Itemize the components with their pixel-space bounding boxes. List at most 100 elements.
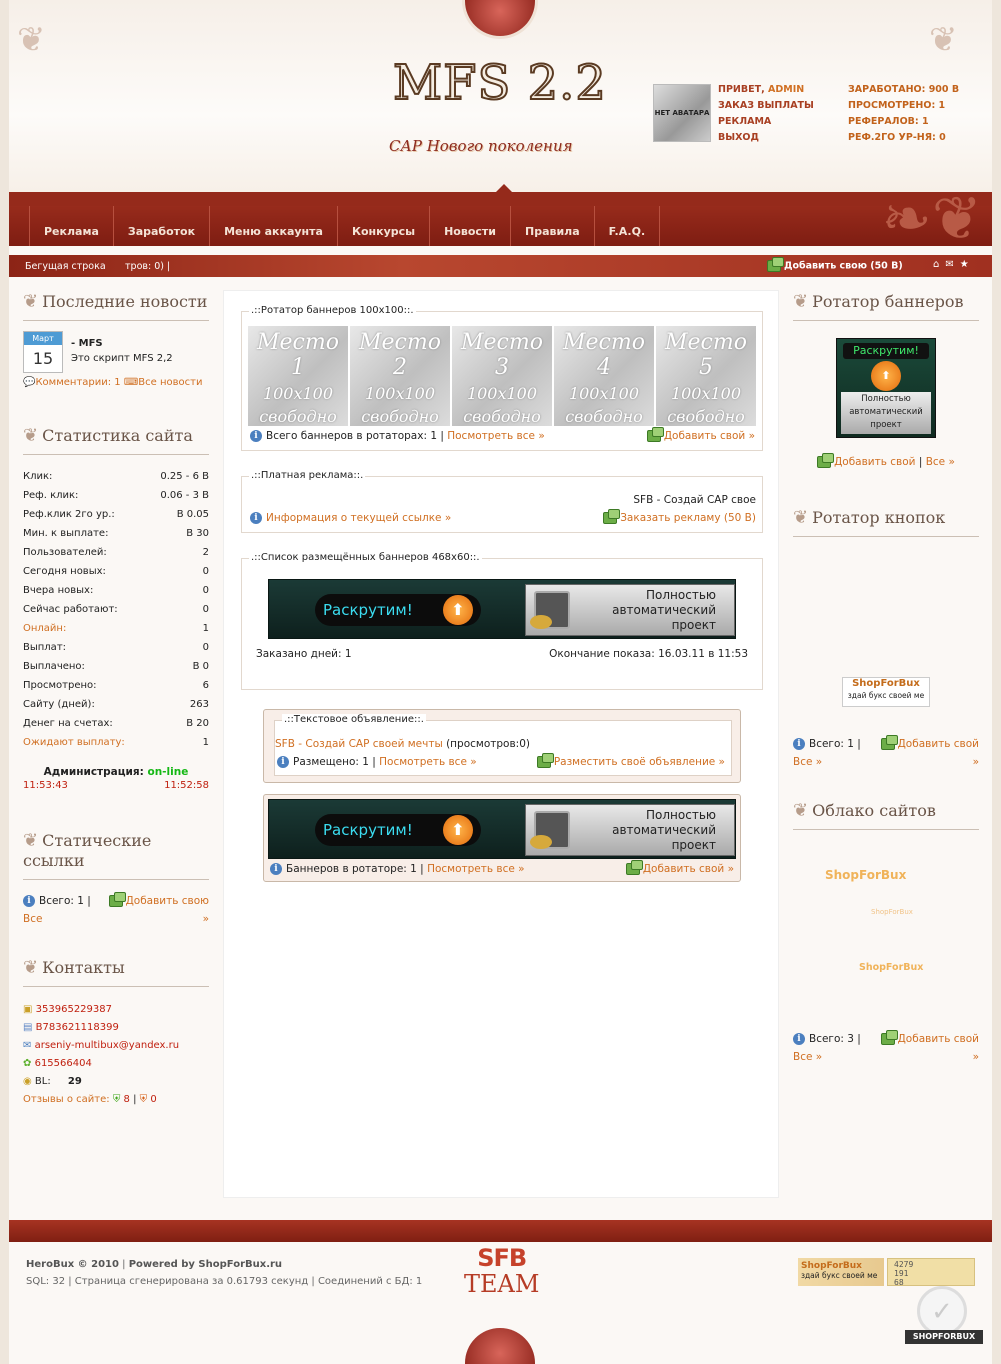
nav-item-zarabotok[interactable]: Заработок <box>112 206 209 246</box>
info-icon: i <box>250 512 262 524</box>
user-stats: ЗАРАБОТАНО: 900 В ПРОСМОТРЕНО: 1 РЕФЕРАЛ… <box>848 82 959 146</box>
banner-place-5[interactable]: Место 5 100x100 свободно <box>656 326 756 426</box>
site-cloud-heading: ❦ Облако сайтов <box>793 801 979 830</box>
rotator-100-box: .::Ротатор баннеров 100х100::. Место 1 10… <box>241 305 763 451</box>
stats-table: Клик: 0.25 - 6 В Реф. клик: 0.06 - 3 В Реф… <box>23 467 209 752</box>
admin-status: Администрация: on-line <box>43 766 189 778</box>
static-links-heading: ❦ Статические ссылки <box>23 831 209 880</box>
avatar[interactable]: НЕТ АВАТАРА <box>653 84 711 142</box>
order-ad-button[interactable]: Заказать рекламу (50 В) <box>603 509 756 524</box>
shopforbux-seal[interactable]: ✓ SHOPFORBUX <box>905 1286 983 1346</box>
ticker-add-button[interactable]: Добавить свою (50 В) <box>767 257 903 272</box>
button-88x31[interactable]: ShopForBux здай букс своей ме <box>793 677 979 707</box>
banner-rotator-footer: Добавить свой | Все » <box>793 453 979 468</box>
username-link[interactable]: ADMIN <box>768 84 804 95</box>
cloud-link-2[interactable]: ShopForBux <box>871 908 913 916</box>
earned-stat: ЗАРАБОТАНО: 900 В <box>848 84 960 95</box>
nav-item-account-menu[interactable]: Меню аккаунта <box>209 206 337 246</box>
raskrutim-label: Раскрутим! ⬆ <box>315 594 481 626</box>
nav-item-rules[interactable]: Правила <box>509 206 594 246</box>
all-news-link[interactable]: Все новости <box>138 377 202 388</box>
ticker-bar: Бегущая строка тров: 0) | Добавить свою … <box>9 255 992 277</box>
viewed-stat: ПРОСМОТРЕНО: 1 <box>848 100 946 111</box>
rotator-footer: i Всего баннеров в ротаторах: 1 | Посмотр… <box>250 430 545 442</box>
nav-item-reklama[interactable]: Реклама <box>29 206 113 246</box>
logout-link[interactable]: ВЫХОД <box>718 130 814 146</box>
advertising-link[interactable]: РЕКЛАМА <box>718 114 814 130</box>
safe-coins-icon <box>530 811 570 849</box>
text-ad-box: .::Текстовое объявление::. SFB - Создай … <box>263 709 741 783</box>
bad-count: 0 <box>150 1094 157 1105</box>
show-end: Окончание показа: 16.03.11 в 11:53 <box>549 648 748 660</box>
add-site-button[interactable]: Добавить свой <box>880 1030 979 1048</box>
wm-purse[interactable]: B783621118399 <box>36 1022 119 1033</box>
banner-100-text: Полностью автоматический проект <box>841 392 931 434</box>
view-all-text-ads-link[interactable]: Посмотреть все » <box>379 756 477 768</box>
left-column: ❦ Последние новости Март 15 - MFS Это скр… <box>23 292 209 1109</box>
mail-icon[interactable]: ✉ <box>945 259 959 270</box>
money-icon <box>646 427 664 442</box>
add-468-button[interactable]: Добавить свой » <box>625 860 734 875</box>
banner-468x60-rotator[interactable]: Раскрутим! ⬆ Полностью автоматический проек… <box>268 799 736 859</box>
ornament-left-icon: ❦ <box>17 20 46 60</box>
all-banners-link[interactable]: Все » <box>926 456 955 468</box>
powered-by-link[interactable]: ShopForBux.ru <box>198 1259 282 1270</box>
money-icon <box>108 892 126 907</box>
all-sites-link[interactable]: Все » <box>793 1048 822 1066</box>
reviews-link[interactable]: Отзывы о сайте: <box>23 1094 110 1105</box>
ticker-label: Бегущая строка <box>25 261 106 272</box>
stat-row-pending[interactable]: Ожидают выплату: 1 <box>23 733 209 752</box>
ornament-right-icon: ❦ <box>929 20 958 60</box>
banner-place-3[interactable]: Место 3 100x100 свободно <box>452 326 552 426</box>
banner-100x100[interactable]: Раскрутим! ⬆ Полностью автоматический прое… <box>836 338 936 438</box>
add-link-button[interactable]: Добавить свою <box>108 892 209 910</box>
shopforbux-banner[interactable]: ShopForBux здай букс своей ме <box>798 1258 884 1286</box>
banner-place-4[interactable]: Место 4 100x100 свободно <box>554 326 654 426</box>
add-banner-button[interactable]: Добавить свой » <box>646 427 755 442</box>
link-info-button[interactable]: i Информация о текущей ссылке » <box>250 512 451 524</box>
banner-place-1[interactable]: Место 1 100x100 свободно <box>248 326 348 426</box>
place-text-ad-button[interactable]: Разместить своё объявление » <box>536 753 725 768</box>
add-banner-right-button[interactable]: Добавить свой <box>817 453 915 468</box>
sfb-team-logo[interactable]: SFB TEAM <box>464 1244 539 1296</box>
visit-counter[interactable]: 4279 191 68 <box>887 1258 975 1287</box>
info-icon: i <box>793 738 805 750</box>
flower-icon: ✿ <box>23 1058 32 1069</box>
email-link[interactable]: arseniy-multibux@yandex.ru <box>35 1040 179 1051</box>
all-links-link[interactable]: Все <box>23 910 42 928</box>
cloud-link-3[interactable]: ShopForBux <box>859 962 923 973</box>
view-all-link[interactable]: Посмотреть все » <box>447 430 545 442</box>
nav-item-news[interactable]: Новости <box>429 206 510 246</box>
stat-row-online[interactable]: Онлайн: 1 <box>23 619 209 638</box>
star-icon[interactable]: ★ <box>960 259 975 270</box>
order-payout-link[interactable]: ЗАКАЗ ВЫПЛАТЫ <box>718 98 814 114</box>
footer-stats: SQL: 32 | Страница сгенерирована за 0.61… <box>26 1276 423 1287</box>
heading-ornament-icon: ❦ <box>793 800 809 821</box>
stat-row: Вчера новых: 0 <box>23 585 209 596</box>
home-icon[interactable]: ⌂ <box>933 259 945 270</box>
icq-number[interactable]: 353965229387 <box>36 1004 112 1015</box>
all-buttons-link[interactable]: Все » <box>793 753 822 771</box>
paid-ad-link[interactable]: SFB - Создай САР свое <box>633 494 756 506</box>
news-item-title[interactable]: - MFS <box>71 336 173 351</box>
text-ad-link[interactable]: SFB - Создай САР своей мечты <box>275 738 443 750</box>
add-button-button[interactable]: Добавить свой <box>880 735 979 753</box>
rotator-100-title: .::Ротатор баннеров 100х100::. <box>249 305 416 316</box>
nav-item-faq[interactable]: F.A.Q. <box>593 206 661 246</box>
nav-item-contests[interactable]: Конкурсы <box>336 206 429 246</box>
rss-icon: ⌨ <box>123 377 139 388</box>
webmoney-icon: ▤ <box>23 1022 33 1033</box>
cloud-link-1[interactable]: ShopForBux <box>825 868 906 882</box>
icq2-number[interactable]: 615566404 <box>35 1058 92 1069</box>
banner-468x60[interactable]: Раскрутим! ⬆ Полностью автоматический проек… <box>268 579 736 639</box>
comments-link[interactable]: Комментарии: 1 <box>35 377 120 388</box>
info-icon: i <box>23 895 35 907</box>
good-shield-icon: ⛨ <box>112 1094 121 1105</box>
site-logo[interactable]: MFS 2.2 <box>392 54 607 112</box>
view-all-468-link[interactable]: Посмотреть все » <box>427 863 525 875</box>
user-links: ПРИВЕТ, ADMIN ЗАКАЗ ВЫПЛАТЫ РЕКЛАМА ВЫХО… <box>718 82 814 146</box>
comment-icon: 💬 <box>23 377 36 388</box>
ticker-text[interactable]: тров: 0) | <box>125 261 170 272</box>
heading-ornament-icon: ❦ <box>23 425 39 446</box>
banner-place-2[interactable]: Место 2 100x100 свободно <box>350 326 450 426</box>
